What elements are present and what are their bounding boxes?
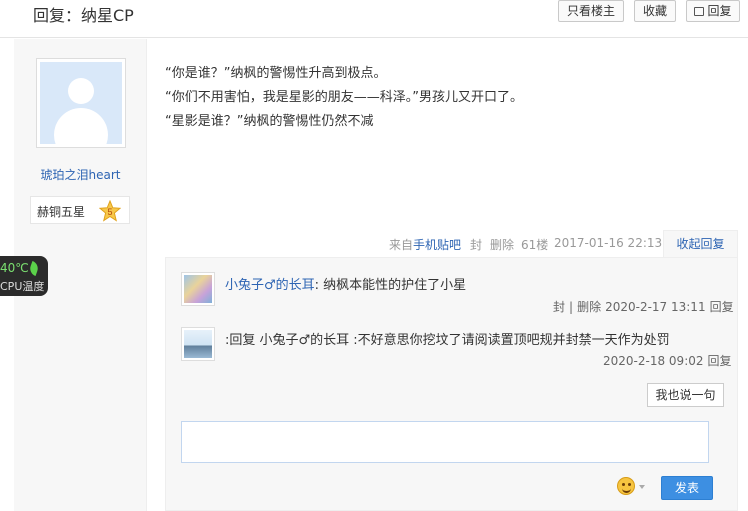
- reply-reply-link[interactable]: 回复: [710, 300, 734, 314]
- reply-item: 小兔子♂的长耳: 纳枫本能性的护住了小星: [225, 278, 467, 293]
- op-badge-wrapper: 楼主: [117, 39, 147, 69]
- fold-replies-button[interactable]: 收起回复: [663, 230, 738, 257]
- reply-username[interactable]: 小兔子♂的长耳: [225, 278, 315, 293]
- only-op-button[interactable]: 只看楼主: [558, 0, 624, 22]
- cpu-label: CPU温度: [0, 280, 45, 293]
- reply-avatar[interactable]: [181, 327, 215, 361]
- reply-avatar[interactable]: [181, 272, 215, 306]
- post-time: 2017-01-16 22:13: [554, 236, 663, 250]
- page-title: 回复：纳星CP: [33, 6, 134, 25]
- post-source: 来自手机贴吧: [389, 238, 462, 252]
- author-avatar[interactable]: [36, 58, 126, 148]
- default-avatar-icon: [40, 62, 122, 144]
- reply-item: :回复 小兔子♂的长耳 :不好意思你挖坟了请阅读置顶吧规并封禁一天作为处罚: [225, 333, 670, 348]
- cpu-temp-widget: 40℃ CPU温度: [0, 256, 48, 296]
- seal-link[interactable]: 封: [553, 300, 565, 314]
- reply-text: 纳枫本能性的护住了小星: [319, 278, 467, 293]
- source-link[interactable]: 手机贴吧: [413, 238, 461, 252]
- level-number: 5: [107, 207, 112, 217]
- reply-button-label: 回复: [707, 4, 732, 18]
- say-something-button[interactable]: 我也说一句: [647, 383, 724, 407]
- reply-time: 2020-2-17 13:11: [605, 300, 706, 314]
- post-content: “你是谁？”纳枫的警惕性升高到极点。 “你们不用害怕，我是星影的朋友——科泽。”…: [165, 62, 523, 134]
- reply-list: 小兔子♂的长耳: 纳枫本能性的护住了小星 封 | 删除 2020-2-17 13:11…: [165, 257, 738, 511]
- post-line: “你们不用害怕，我是星影的朋友——科泽。”男孩儿又开口了。: [165, 90, 523, 105]
- post-line: “你是谁？”纳枫的警惕性升高到极点。: [165, 66, 387, 81]
- cpu-temp: 40℃: [0, 261, 29, 275]
- reply-meta: 封 | 删除 2020-2-17 13:11 回复: [553, 300, 734, 314]
- reply-time: 2020-2-18 09:02: [603, 354, 704, 368]
- level-name: 赫铜五星: [37, 205, 86, 219]
- reply-button[interactable]: 回复: [686, 0, 740, 22]
- reply-text: :不好意思你挖坟了请阅读置顶吧规并封禁一天作为处罚: [349, 333, 670, 348]
- emoji-icon[interactable]: [617, 477, 635, 495]
- delete-link[interactable]: 删除: [490, 236, 514, 253]
- reply-meta: 2020-2-18 09:02 回复: [603, 352, 732, 369]
- send-button[interactable]: 发表: [661, 476, 713, 500]
- post-line: “星影是谁？”纳枫的警惕性仍然不减: [165, 114, 374, 129]
- reply-editor[interactable]: [181, 421, 709, 463]
- seal-link[interactable]: 封: [470, 236, 482, 253]
- floor-number: 61楼: [521, 238, 549, 252]
- author-level[interactable]: 赫铜五星 5: [30, 196, 130, 224]
- delete-link[interactable]: 删除: [577, 300, 601, 314]
- leaf-icon: [28, 261, 40, 276]
- thread-header: 回复：纳星CP 只看楼主 收藏 回复: [0, 0, 748, 38]
- favorite-button[interactable]: 收藏: [634, 0, 676, 22]
- level-star-icon: 5: [99, 200, 121, 222]
- chevron-down-icon[interactable]: [639, 485, 645, 489]
- reply-reply-link[interactable]: 回复: [708, 354, 732, 368]
- reply-icon: [694, 7, 705, 16]
- reply-username[interactable]: 小兔子♂的长耳: [260, 333, 350, 348]
- author-name[interactable]: 琥珀之泪heart: [14, 166, 147, 183]
